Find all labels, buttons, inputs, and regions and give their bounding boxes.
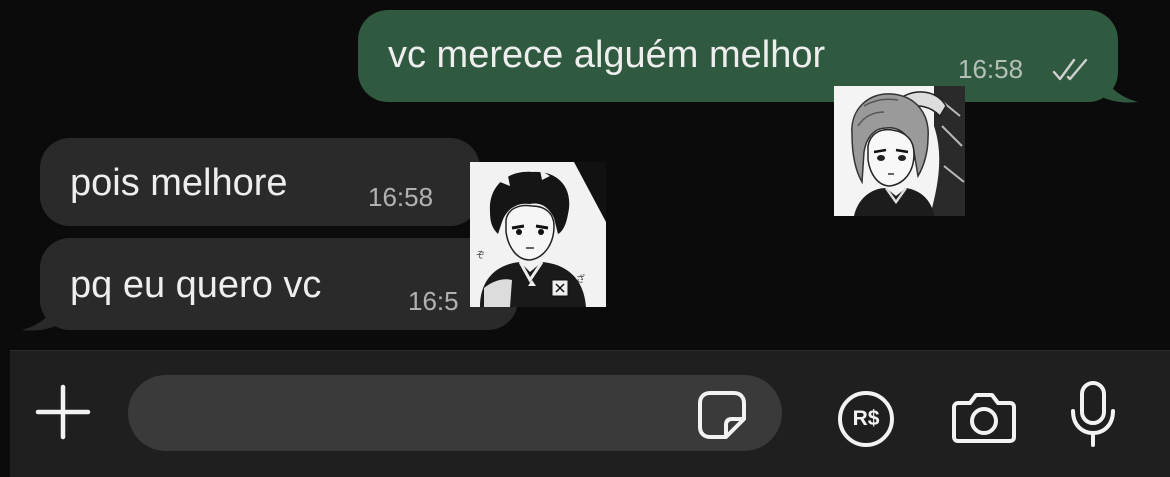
manga-girl-illustration	[834, 86, 965, 216]
message-time: 16:58	[368, 182, 434, 212]
message-text: pq eu quero vc	[70, 264, 322, 306]
double-check-icon	[1052, 58, 1088, 81]
incoming-tail	[22, 292, 64, 331]
plus-icon[interactable]	[34, 383, 92, 441]
pay-label: R$	[852, 407, 880, 430]
message-outgoing[interactable]: vc merece alguém melhor 16:58	[358, 10, 1118, 102]
svg-text:ざ: ざ	[576, 273, 585, 285]
composer-bar: R$	[10, 350, 1170, 477]
anime-boy-sticker[interactable]: ぞ ざ	[470, 162, 606, 307]
message-incoming[interactable]: pq eu quero vc 16:5	[40, 238, 518, 330]
outgoing-tail	[1096, 64, 1138, 103]
microphone-icon[interactable]	[1068, 381, 1118, 449]
anime-girl-sticker[interactable]	[834, 86, 965, 216]
message-text: vc merece alguém melhor	[388, 34, 826, 76]
sticker-icon[interactable]	[696, 389, 748, 441]
message-text: pois melhore	[70, 162, 288, 204]
message-time: 16:5	[408, 286, 459, 316]
camera-icon[interactable]	[950, 387, 1018, 447]
manga-boy-illustration: ぞ ざ	[470, 162, 606, 307]
message-time: 16:58	[958, 54, 1024, 84]
svg-text:ぞ: ぞ	[476, 250, 485, 261]
message-input[interactable]	[128, 375, 782, 451]
message-incoming[interactable]: pois melhore 16:58	[40, 138, 480, 226]
pix-payment-icon[interactable]: R$	[836, 389, 896, 449]
chat-area: vc merece alguém melhor 16:58 pois melho…	[0, 0, 1170, 350]
